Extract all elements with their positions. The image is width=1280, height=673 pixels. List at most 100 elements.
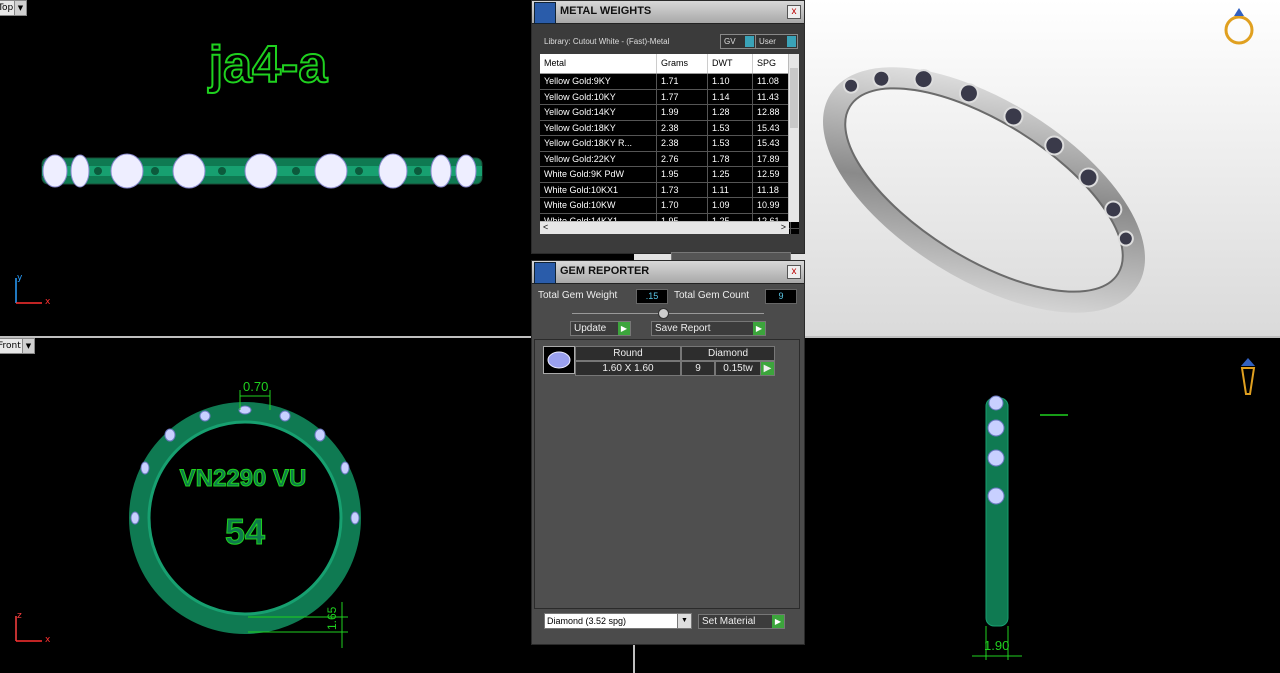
metal-weights-panel: METAL WEIGHTS x Library: Cutout White - …: [531, 0, 805, 254]
gem-list[interactable]: Round Diamond 1.60 X 1.60 9 0.15tw ▶: [534, 339, 800, 609]
table-row[interactable]: Yellow Gold:18KY R... 2.38 1.53 15.43: [540, 136, 799, 152]
metal-weights-table[interactable]: Metal Grams DWT SPG Yellow Gold:9KY 1.71 1…: [540, 54, 799, 234]
table-row[interactable]: White Gold:10KW 1.70 1.09 10.99: [540, 198, 799, 214]
svg-text:1.90: 1.90: [984, 638, 1009, 653]
library-label: Library: Cutout White - (Fast)-Metal: [544, 37, 670, 46]
table-cell: 11.18: [753, 182, 791, 197]
table-cell: Yellow Gold:18KY: [540, 120, 657, 135]
table-cell: Yellow Gold:14KY: [540, 105, 657, 120]
table-cell: 1.71: [657, 74, 708, 89]
close-icon[interactable]: x: [787, 265, 801, 279]
material-select[interactable]: Diamond (3.52 spg) ▼: [544, 613, 692, 629]
scroll-left-icon[interactable]: <: [543, 222, 548, 232]
column-header[interactable]: DWT: [708, 54, 753, 73]
gem-reporter-titlebar[interactable]: GEM REPORTER x: [532, 261, 804, 284]
splitter-knob[interactable]: [658, 308, 669, 319]
table-row[interactable]: Yellow Gold:14KY 1.99 1.28 12.88: [540, 105, 799, 121]
table-cell: 1.99: [657, 105, 708, 120]
table-body: Yellow Gold:9KY 1.71 1.10 11.08 Yellow Gold:…: [540, 74, 799, 234]
table-cell: 1.95: [657, 167, 708, 182]
top-view-label: ja4-a: [208, 36, 329, 94]
table-row[interactable]: Yellow Gold:22KY 2.76 1.78 17.89: [540, 151, 799, 167]
horizontal-scrollbar[interactable]: < >: [540, 221, 789, 234]
axis-gizmo-front: z x: [15, 611, 51, 645]
table-cell: 1.70: [657, 198, 708, 213]
table-row[interactable]: Yellow Gold:9KY 1.71 1.10 11.08: [540, 74, 799, 90]
gem-select-icon[interactable]: ▶: [760, 361, 775, 376]
ring-top-profile: [41, 153, 483, 189]
column-header[interactable]: Grams: [657, 54, 708, 73]
metal-weights-titlebar[interactable]: METAL WEIGHTS x: [532, 1, 804, 24]
column-header[interactable]: SPG: [753, 54, 791, 73]
vertical-scrollbar[interactable]: [788, 54, 799, 222]
play-icon: ▶: [772, 615, 784, 628]
gem-thumbnail[interactable]: [543, 346, 575, 374]
total-gem-weight-label: Total Gem Weight: [538, 290, 618, 301]
table-row[interactable]: White Gold:10KX1 1.73 1.11 11.18: [540, 182, 799, 198]
gem-material: Diamond: [681, 346, 775, 361]
engraving-text: VN2290 VU: [180, 465, 307, 492]
table-cell: 17.89: [753, 151, 791, 166]
table-cell: Yellow Gold:10KY: [540, 89, 657, 104]
gem-reporter-panel: GEM REPORTER x Total Gem Weight .15 Tota…: [531, 260, 805, 645]
chevron-down-icon: ▼: [677, 614, 691, 628]
toggle-indicator-icon: [787, 36, 796, 47]
table-cell: 2.38: [657, 136, 708, 151]
ring-side-profile: [985, 395, 1009, 627]
table-cell: 11.43: [753, 89, 791, 104]
table-cell: 1.11: [708, 182, 753, 197]
total-gem-weight-value: .15: [636, 289, 668, 304]
table-cell: Yellow Gold:18KY R...: [540, 136, 657, 151]
dimension-side: 1.90: [972, 626, 1022, 660]
play-icon: ▶: [618, 322, 630, 335]
table-header: Metal Grams DWT SPG: [540, 54, 799, 74]
svg-text:z: z: [17, 611, 22, 621]
ring-side-icon: [1240, 358, 1256, 395]
table-cell: Yellow Gold:9KY: [540, 74, 657, 89]
ring-size-text: 54: [225, 511, 265, 552]
ring-icon: [1224, 8, 1254, 45]
table-cell: 1.77: [657, 89, 708, 104]
ring-3d: [823, 67, 1145, 313]
table-row[interactable]: White Gold:9K PdW 1.95 1.25 12.59: [540, 167, 799, 183]
metal-weights-title: METAL WEIGHTS: [560, 5, 652, 17]
svg-text:x: x: [45, 635, 51, 645]
user-toggle[interactable]: User: [755, 34, 798, 49]
table-cell: White Gold:9K PdW: [540, 167, 657, 182]
metal-weights-icon: [534, 2, 556, 24]
close-icon[interactable]: x: [787, 5, 801, 19]
gem-reporter-icon: [534, 262, 556, 284]
table-row[interactable]: Yellow Gold:18KY 2.38 1.53 15.43: [540, 120, 799, 136]
table-cell: 12.59: [753, 167, 791, 182]
column-header[interactable]: Metal: [540, 54, 657, 73]
svg-text:0.70: 0.70: [243, 379, 268, 394]
table-row[interactable]: Yellow Gold:10KY 1.77 1.14 11.43: [540, 89, 799, 105]
svg-text:x: x: [45, 297, 51, 307]
gem-reporter-title: GEM REPORTER: [560, 265, 650, 277]
table-cell: 1.14: [708, 89, 753, 104]
table-cell: 10.99: [753, 198, 791, 213]
axis-gizmo-top: y x: [15, 273, 51, 307]
table-cell: 1.09: [708, 198, 753, 213]
play-icon: ▶: [753, 322, 765, 335]
gv-toggle[interactable]: GV: [720, 34, 756, 49]
table-cell: 1.53: [708, 120, 753, 135]
gem-shape: Round: [575, 346, 681, 361]
total-gem-count-value: 9: [765, 289, 797, 304]
svg-text:1.65: 1.65: [325, 606, 339, 630]
scroll-right-icon[interactable]: >: [781, 222, 786, 232]
gem-weight: 0.15tw: [715, 361, 761, 376]
table-cell: White Gold:10KX1: [540, 182, 657, 197]
svg-text:y: y: [17, 273, 23, 283]
scroll-thumb[interactable]: [790, 68, 798, 128]
table-cell: 12.88: [753, 105, 791, 120]
table-cell: 1.28: [708, 105, 753, 120]
save-report-button[interactable]: Save Report ▶: [651, 321, 766, 336]
table-cell: 1.53: [708, 136, 753, 151]
table-cell: 1.78: [708, 151, 753, 166]
table-cell: 11.08: [753, 74, 791, 89]
table-cell: 1.25: [708, 167, 753, 182]
set-material-button[interactable]: Set Material ▶: [698, 614, 785, 629]
gem-count: 9: [681, 361, 715, 376]
update-button[interactable]: Update ▶: [570, 321, 631, 336]
